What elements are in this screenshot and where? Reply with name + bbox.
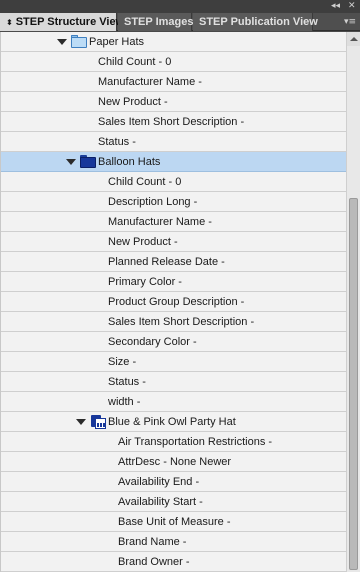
attribute-row[interactable]: Child Count - 0 — [1, 172, 346, 192]
attribute-row[interactable]: Air Transportation Restrictions - — [1, 432, 346, 452]
attribute-label: Brand Owner - — [118, 556, 190, 568]
scroll-up-icon[interactable] — [347, 32, 360, 46]
attribute-label: Availability End - — [118, 476, 200, 488]
attribute-row[interactable]: Status - — [1, 372, 346, 392]
scrollbar-thumb[interactable] — [349, 198, 358, 570]
attribute-label: Air Transportation Restrictions - — [118, 436, 273, 448]
attribute-label: Base Unit of Measure - — [118, 516, 231, 528]
node-label: Paper Hats — [89, 36, 145, 48]
attribute-label: Planned Release Date - — [108, 256, 225, 268]
attribute-row[interactable]: Primary Color - — [1, 272, 346, 292]
attribute-row[interactable]: New Product - — [1, 232, 346, 252]
attribute-label: New Product - — [98, 96, 168, 108]
structure-tree: Paper Hats Child Count - 0 Manufacturer … — [1, 32, 346, 572]
attribute-label: Brand Name - — [118, 536, 187, 548]
tab-step-images[interactable]: STEP Images — [118, 13, 194, 31]
tab-step-publication-view[interactable]: STEP Publication View — [193, 13, 318, 31]
attribute-row[interactable]: Brand Owner - — [1, 552, 346, 572]
attribute-label: Child Count - 0 — [98, 56, 172, 68]
node-label: Blue & Pink Owl Party Hat — [108, 416, 236, 428]
attribute-row[interactable]: Manufacturer Name - — [1, 212, 346, 232]
attribute-row[interactable]: Status - — [1, 132, 346, 152]
attribute-row[interactable]: Child Count - 0 — [1, 52, 346, 72]
tab-label: STEP Structure View — [15, 16, 125, 28]
attribute-label: Description Long - — [108, 196, 198, 208]
attribute-row[interactable]: New Product - — [1, 92, 346, 112]
attribute-label: width - — [108, 396, 141, 408]
attribute-row[interactable]: Size - — [1, 352, 346, 372]
tree-node-owl-party-hat[interactable]: Blue & Pink Owl Party Hat — [1, 412, 346, 432]
attribute-label: Manufacturer Name - — [98, 76, 202, 88]
attribute-row[interactable]: Sales Item Short Description - — [1, 312, 346, 332]
tab-step-structure-view[interactable]: ⬍ STEP Structure View — [0, 13, 124, 31]
attribute-row[interactable]: width - — [1, 392, 346, 412]
attribute-row[interactable]: Sales Item Short Description - — [1, 112, 346, 132]
attribute-label: AttrDesc - None Newer — [118, 456, 232, 468]
attribute-label: Sales Item Short Description - — [108, 316, 255, 328]
attribute-row[interactable]: Base Unit of Measure - — [1, 512, 346, 532]
attribute-label: Sales Item Short Description - — [98, 116, 245, 128]
attribute-row[interactable]: Product Group Description - — [1, 292, 346, 312]
attribute-label: New Product - — [108, 236, 178, 248]
expand-arrow-icon[interactable] — [66, 159, 76, 165]
attribute-label: Child Count - 0 — [108, 176, 182, 188]
product-icon — [91, 415, 107, 429]
attribute-label: Status - — [108, 376, 146, 388]
attribute-row[interactable]: Manufacturer Name - — [1, 72, 346, 92]
attribute-label: Availability Start - — [118, 496, 203, 508]
panel-menu-icon[interactable]: ▾≡ — [344, 13, 356, 31]
tab-label: STEP Images — [124, 16, 194, 28]
attribute-row[interactable]: Brand Name - — [1, 532, 346, 552]
attribute-row[interactable]: Availability End - — [1, 472, 346, 492]
attribute-label: Status - — [98, 136, 136, 148]
attribute-label: Primary Color - — [108, 276, 182, 288]
folder-icon — [71, 35, 87, 48]
tree-node-paper-hats[interactable]: Paper Hats — [1, 32, 346, 52]
panel-header-strip: ◂◂ ✕ — [0, 0, 360, 13]
close-panel-icon[interactable]: ✕ — [348, 1, 356, 11]
attribute-label: Product Group Description - — [108, 296, 245, 308]
attribute-row[interactable]: Availability Start - — [1, 492, 346, 512]
attribute-row[interactable]: Secondary Color - — [1, 332, 346, 352]
attribute-label: Secondary Color - — [108, 336, 197, 348]
vertical-scrollbar[interactable] — [346, 32, 360, 572]
tab-label: STEP Publication View — [199, 16, 318, 28]
expand-arrow-icon[interactable] — [57, 39, 67, 45]
tree-node-balloon-hats[interactable]: Balloon Hats — [1, 152, 346, 172]
sort-arrows-icon: ⬍ — [6, 18, 13, 27]
attribute-row[interactable]: Description Long - — [1, 192, 346, 212]
attribute-label: Manufacturer Name - — [108, 216, 212, 228]
attribute-row[interactable]: AttrDesc - None Newer — [1, 452, 346, 472]
node-label: Balloon Hats — [98, 156, 161, 168]
tab-bar: ⬍ STEP Structure View STEP Images STEP Pu… — [0, 13, 360, 31]
attribute-row[interactable]: Planned Release Date - — [1, 252, 346, 272]
folder-icon — [80, 155, 96, 168]
structure-view-panel: Paper Hats Child Count - 0 Manufacturer … — [0, 32, 360, 572]
collapse-panel-icon[interactable]: ◂◂ — [331, 1, 340, 11]
attribute-label: Size - — [108, 356, 137, 368]
expand-arrow-icon[interactable] — [76, 419, 86, 425]
